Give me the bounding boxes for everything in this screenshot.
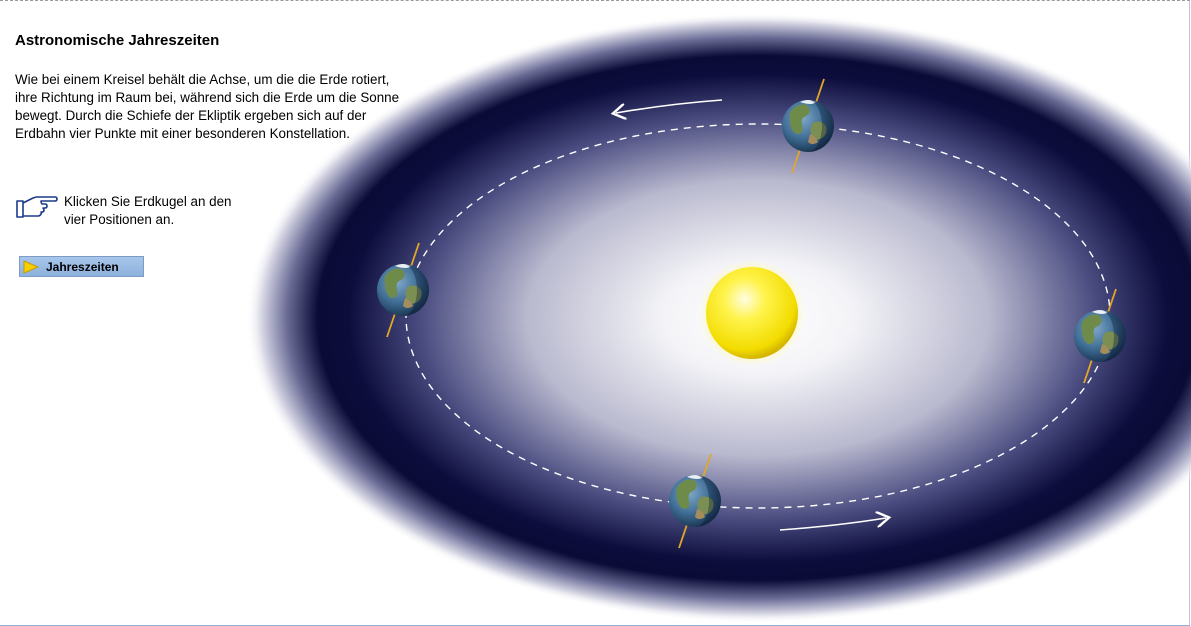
- hint-line-2: vier Positionen an.: [64, 212, 175, 227]
- seasons-button[interactable]: Jahreszeiten: [19, 256, 144, 277]
- seasons-button-label: Jahreszeiten: [46, 260, 119, 274]
- earth-globe-icon: [782, 100, 834, 152]
- earth-globe-icon: [669, 475, 721, 527]
- hint-line-1: Klicken Sie Erdkugel an den: [64, 194, 232, 209]
- earth-globe-icon: [1074, 310, 1126, 362]
- earth-globe-icon: [377, 264, 429, 316]
- play-triangle-icon: [23, 260, 39, 274]
- sun-icon: [706, 267, 798, 359]
- intro-text: Wie bei einem Kreisel behält die Achse, …: [15, 72, 400, 141]
- pointing-hand-icon: [16, 196, 58, 218]
- page-title: Astronomische Jahreszeiten: [15, 32, 220, 49]
